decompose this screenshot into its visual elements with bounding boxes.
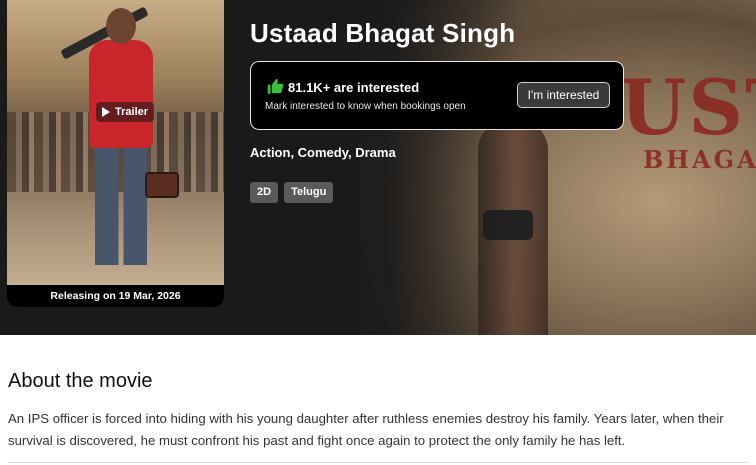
poster-hero-legs <box>95 145 147 265</box>
about-heading: About the movie <box>8 370 153 392</box>
poster-radio <box>145 172 179 198</box>
thumbs-up-icon <box>267 78 284 94</box>
movie-poster[interactable]: Trailer Releasing on 19 Mar, 2026 <box>7 0 224 307</box>
trailer-button[interactable]: Trailer <box>96 102 155 122</box>
interested-button[interactable]: I'm interested <box>517 82 610 108</box>
interest-card: 81.1K+ are interested Mark interested to… <box>250 61 624 130</box>
format-tags: 2D Telugu <box>250 182 334 203</box>
trailer-label: Trailer <box>115 106 149 118</box>
interest-count: 81.1K+ are interested <box>288 80 420 95</box>
poster-hero-head <box>106 8 136 44</box>
play-icon <box>102 107 110 117</box>
release-date: Releasing on 19 Mar, 2026 <box>7 285 224 307</box>
movie-hero: UST BHAGA Trailer Releasing on 19 Mar, 2… <box>0 0 756 335</box>
backdrop-subtitle-art: BHAGA <box>643 145 756 174</box>
backdrop-title-art: UST <box>620 63 756 152</box>
genre-list: Action, Comedy, Drama <box>250 145 396 160</box>
format-tag: 2D <box>250 182 279 203</box>
language-tag: Telugu <box>284 182 334 203</box>
section-divider <box>8 462 748 463</box>
interest-hint: Mark interested to know when bookings op… <box>265 101 466 112</box>
poster-hero-shirt <box>89 40 153 148</box>
hero-gradient <box>224 0 524 335</box>
about-description: An IPS officer is forced into hiding wit… <box>8 411 724 448</box>
movie-title: Ustaad Bhagat Singh <box>250 18 516 48</box>
